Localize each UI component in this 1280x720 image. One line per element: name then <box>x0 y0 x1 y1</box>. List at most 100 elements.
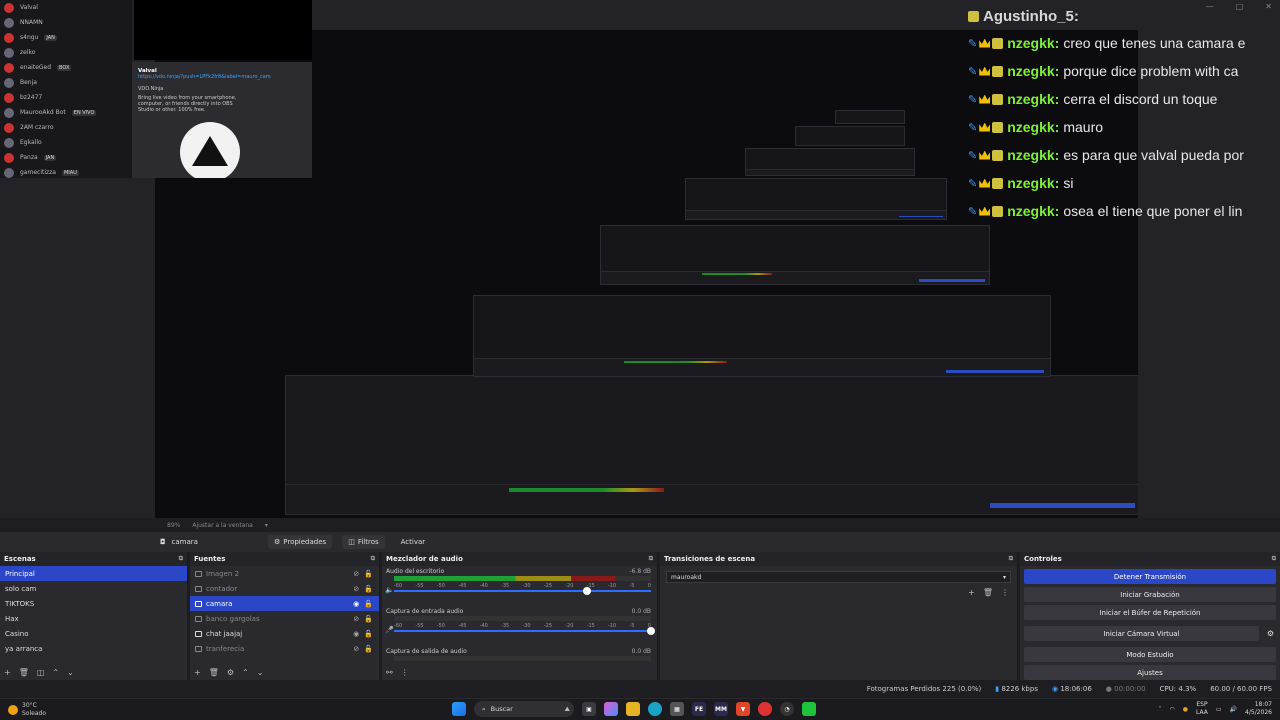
windows-start-icon[interactable] <box>452 702 466 716</box>
undock-icon[interactable]: ⧉ <box>1272 555 1276 563</box>
taskbar-search[interactable]: ⌕ Buscar ⛰ <box>474 701 574 717</box>
lock-icon[interactable]: 🔓 <box>364 630 373 638</box>
mm-app-icon[interactable]: MM <box>714 702 728 716</box>
mirror-frame-1 <box>285 375 1138 515</box>
filter-icon[interactable]: ◫ <box>37 668 45 677</box>
transition-select[interactable]: mauroakd ▾ <box>666 571 1011 583</box>
add-icon[interactable]: + <box>4 668 11 677</box>
volume-slider-knob[interactable] <box>647 627 655 635</box>
move-down-icon[interactable]: ⌄ <box>257 668 264 677</box>
obs-icon[interactable]: ◔ <box>780 702 794 716</box>
scene-item[interactable]: solo cam <box>0 581 187 596</box>
language-indicator[interactable]: ESP LAA <box>1196 701 1208 717</box>
clock[interactable]: 18:07 4/5/2026 <box>1245 701 1272 717</box>
source-item[interactable]: contador ⊘ 🔓 <box>190 581 379 596</box>
obs-preview[interactable]: Valval NNAMN s4ngu JAN zelko enaiteGed BOX… <box>0 0 1280 518</box>
scene-item[interactable]: TIKTOKS <box>0 596 187 611</box>
source-item[interactable]: banco gargolas ⊘ 🔓 <box>190 611 379 626</box>
undock-icon[interactable]: ⧉ <box>179 555 183 563</box>
eye-off-icon[interactable]: ⊘ <box>353 585 359 593</box>
speaker-icon[interactable]: 🔈 <box>385 586 394 594</box>
eye-off-icon[interactable]: ⊘ <box>353 615 359 623</box>
scene-item[interactable]: Casino <box>0 626 187 641</box>
fit-window-dropdown[interactable]: Ajustar a la ventana <box>192 522 253 529</box>
chrome-icon[interactable] <box>758 702 772 716</box>
volume-slider[interactable] <box>394 587 651 595</box>
tray-app-icon[interactable]: ● <box>1183 706 1188 713</box>
trash-icon[interactable]: 🗑 <box>209 668 219 677</box>
more-icon[interactable]: ⋮ <box>401 668 409 677</box>
task-view-icon[interactable]: ▣ <box>582 702 596 716</box>
stop-streaming-button[interactable]: Detener Transmisión <box>1024 569 1276 584</box>
edge-icon[interactable] <box>648 702 662 716</box>
calculator-icon[interactable]: ▦ <box>670 702 684 716</box>
filters-button[interactable]: ◫ Filtros <box>342 535 385 549</box>
source-item[interactable]: camara ◉ 🔓 <box>190 596 379 611</box>
file-explorer-icon[interactable] <box>626 702 640 716</box>
scene-item[interactable]: ya arranca <box>0 641 187 656</box>
embed-link[interactable]: https://vdo.ninja/?push=LPFk2fr8&label=m… <box>138 74 306 80</box>
eye-off-icon[interactable]: ⊘ <box>353 645 359 653</box>
start-virtual-camera-button[interactable]: Iniciar Cámara Virtual <box>1024 626 1259 641</box>
eye-icon[interactable]: ◉ <box>353 600 359 608</box>
more-icon[interactable]: ⋮ <box>1001 588 1009 597</box>
filter-icon: ◫ <box>348 538 355 546</box>
add-icon[interactable]: + <box>194 668 201 677</box>
trash-icon[interactable]: 🗑 <box>983 588 993 597</box>
source-item[interactable]: chat jaajaj ◉ 🔓 <box>190 626 379 641</box>
settings-button[interactable]: Ajustes <box>1024 665 1276 680</box>
move-up-icon[interactable]: ⌃ <box>242 668 249 677</box>
green-app-icon[interactable] <box>802 702 816 716</box>
badge-icon <box>992 93 1004 105</box>
volume-slider-knob[interactable] <box>582 587 591 595</box>
scene-item[interactable]: Hax <box>0 611 187 626</box>
chat-user-badge: JAN <box>43 154 57 161</box>
lock-icon[interactable]: 🔓 <box>364 600 373 608</box>
activate-button[interactable]: Activar <box>395 535 432 549</box>
studio-mode-button[interactable]: Modo Estudio <box>1024 647 1276 662</box>
mic-icon[interactable]: 🎤 <box>385 626 394 634</box>
gear-icon[interactable]: ⚙ <box>1261 629 1280 638</box>
lock-icon[interactable]: 🔓 <box>364 585 373 593</box>
chevron-up-icon[interactable]: ˄ <box>1159 706 1162 713</box>
chat-user: MaurooAkd Bot EN VIVO <box>0 105 132 120</box>
undock-icon[interactable]: ⧉ <box>371 555 375 563</box>
black-capture-area <box>134 0 312 60</box>
dropped-frames: Fotogramas Perdidos 225 (0.0%) <box>866 685 982 693</box>
start-replay-buffer-button[interactable]: Iniciar el Búfer de Repetición <box>1024 605 1276 620</box>
link-icon[interactable]: ⚯ <box>386 668 393 677</box>
gear-icon[interactable]: ⚙ <box>227 668 234 677</box>
wifi-icon[interactable]: ◠ <box>1170 706 1175 713</box>
zoom-level[interactable]: 89% <box>167 522 180 529</box>
start-recording-button[interactable]: Iniciar Grabación <box>1024 587 1276 602</box>
brave-icon[interactable]: ▼ <box>736 702 750 716</box>
properties-button[interactable]: ⚙ Propiedades <box>267 535 333 549</box>
volume-icon[interactable]: 🔊 <box>1230 706 1237 713</box>
move-up-icon[interactable]: ⌃ <box>52 668 59 677</box>
add-icon[interactable]: + <box>968 588 975 597</box>
weather-widget[interactable]: 30°C Soleado <box>8 702 46 718</box>
avatar <box>4 167 14 178</box>
source-item[interactable]: Imagen 2 ⊘ 🔓 <box>190 566 379 581</box>
chat-message: ✎ nzegkk: creo que tenes una camara e <box>968 29 1280 57</box>
weather-desc: Soleado <box>22 710 46 717</box>
undock-icon[interactable]: ⧉ <box>1009 555 1013 563</box>
eye-off-icon[interactable]: ⊘ <box>353 570 359 578</box>
source-item[interactable]: tranferecia ⊘ 🔓 <box>190 641 379 656</box>
fe-app-icon[interactable]: FE <box>692 702 706 716</box>
move-down-icon[interactable]: ⌄ <box>67 668 74 677</box>
undock-icon[interactable]: ⧉ <box>649 555 653 563</box>
source-label: tranferecia <box>206 644 245 653</box>
trash-icon[interactable]: 🗑 <box>19 668 29 677</box>
lock-icon[interactable]: 🔓 <box>364 615 373 623</box>
volume-slider[interactable] <box>394 627 655 635</box>
lock-icon[interactable]: 🔓 <box>364 645 373 653</box>
copilot-icon[interactable] <box>604 702 618 716</box>
scene-item[interactable]: Principal <box>0 566 187 581</box>
monitor-icon[interactable]: ▭ <box>1216 706 1222 713</box>
avatar <box>4 2 14 13</box>
chevron-down-icon[interactable]: ▾ <box>265 522 268 529</box>
lock-icon[interactable]: 🔓 <box>364 570 373 578</box>
meter-tick-label: -15 <box>586 623 595 629</box>
eye-icon[interactable]: ◉ <box>353 630 359 638</box>
